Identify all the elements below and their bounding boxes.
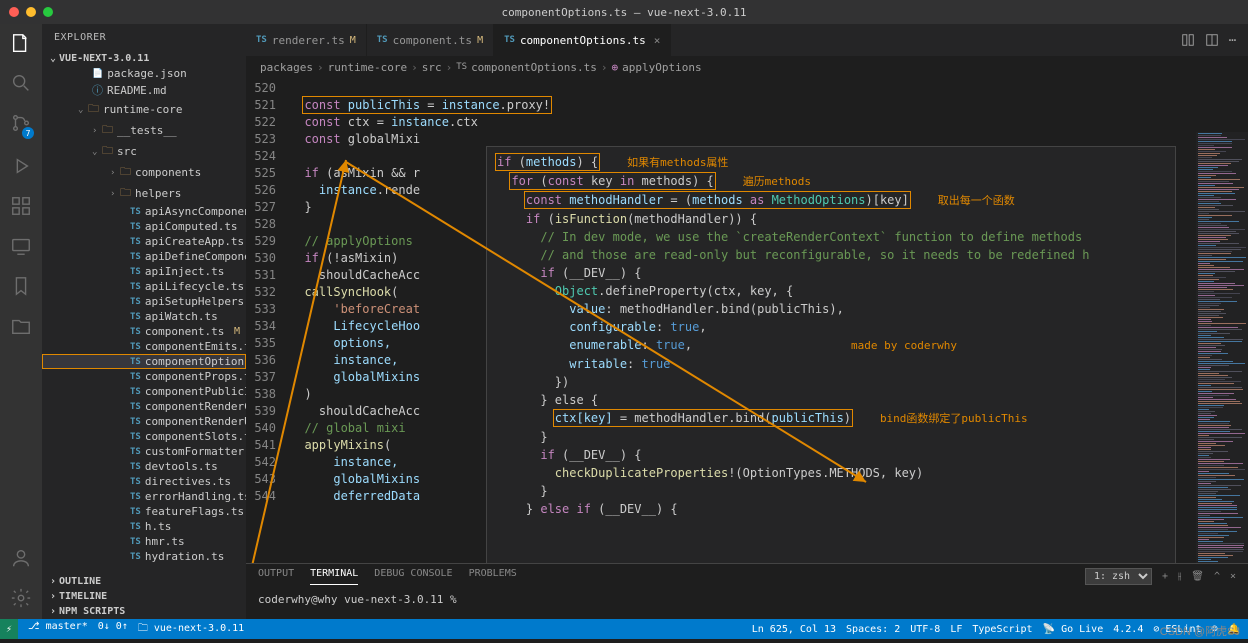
file-tree: 📄package.json ⓘREADME.md ⌄🗀runtime-core … [42, 66, 246, 574]
file-item[interactable]: ⓘREADME.md [42, 81, 246, 99]
status-bar: ⚡ ⎇ master* 0↓ 0↑ 🗀 vue-next-3.0.11 Ln 6… [0, 619, 1248, 639]
tab-bar: TSrenderer.tsM TScomponent.tsM TScompone… [246, 24, 1248, 56]
minimize-window-icon[interactable] [26, 7, 36, 17]
window-title: componentOptions.ts — vue-next-3.0.11 [501, 6, 746, 19]
search-icon[interactable] [10, 72, 32, 94]
file-item[interactable]: TSapiSetupHelpers.ts [42, 294, 246, 309]
file-item[interactable]: TShydration.ts [42, 549, 246, 564]
file-item-active[interactable]: TScomponentOptions.ts [42, 354, 246, 369]
status-project[interactable]: 🗀 vue-next-3.0.11 [138, 621, 244, 638]
sidebar-title: EXPLORER [42, 24, 246, 51]
file-item[interactable]: TScomponentSlots.ts [42, 429, 246, 444]
tab-componentoptions[interactable]: TScomponentOptions.ts× [494, 24, 671, 56]
file-item[interactable]: TScomponentRenderUtils.ts [42, 414, 246, 429]
status-spaces[interactable]: Spaces: 2 [846, 624, 900, 635]
sidebar-section-root[interactable]: ⌄VUE-NEXT-3.0.11 [42, 51, 246, 66]
terminal-tab-problems[interactable]: PROBLEMS [469, 568, 517, 585]
status-language[interactable]: TypeScript [972, 624, 1032, 635]
bookmark-icon[interactable] [10, 275, 32, 297]
maximize-window-icon[interactable] [43, 7, 53, 17]
file-item[interactable]: TSapiDefineComponent.ts [42, 249, 246, 264]
file-item[interactable]: TSapiComputed.ts [42, 219, 246, 234]
close-icon[interactable]: × [654, 34, 661, 47]
folder-item[interactable]: ›🗀helpers [42, 183, 246, 204]
tab-renderer[interactable]: TSrenderer.tsM [246, 24, 367, 56]
folder-item[interactable]: ›🗀components [42, 162, 246, 183]
sidebar: EXPLORER ⌄VUE-NEXT-3.0.11 📄package.json … [42, 24, 246, 619]
status-version[interactable]: 4.2.4 [1113, 624, 1143, 635]
line-gutter: 520 521 522 523 524 525 526 527 528 529 … [246, 78, 290, 563]
close-panel-icon[interactable]: × [1230, 571, 1236, 582]
file-item[interactable]: TScomponentPublicInstan… [42, 384, 246, 399]
terminal-tab-debug[interactable]: DEBUG CONSOLE [374, 568, 452, 585]
remote-icon[interactable] [10, 235, 32, 257]
editor-area: TSrenderer.tsM TScomponent.tsM TScompone… [246, 24, 1248, 619]
file-item[interactable]: TSapiCreateApp.ts [42, 234, 246, 249]
terminal-shell-select[interactable]: 1: zsh [1085, 568, 1152, 585]
status-branch[interactable]: ⎇ master* [28, 621, 88, 638]
trash-icon[interactable]: 🗑 [1191, 571, 1204, 582]
file-item[interactable]: TSerrorHandling.ts [42, 489, 246, 504]
status-sync[interactable]: 0↓ 0↑ [98, 621, 128, 638]
file-item[interactable]: TSdevtools.ts [42, 459, 246, 474]
gear-icon[interactable] [10, 587, 32, 609]
code-overlay: if (methods) { 如果有methods属性 for (const k… [486, 146, 1176, 563]
file-item[interactable]: 📄package.json [42, 66, 246, 81]
extensions-icon[interactable] [10, 195, 32, 217]
explorer-icon[interactable] [10, 32, 32, 54]
sidebar-section-npm[interactable]: ›NPM SCRIPTS [42, 604, 246, 619]
terminal-panel: OUTPUT TERMINAL DEBUG CONSOLE PROBLEMS 1… [246, 563, 1248, 619]
window-controls [0, 7, 53, 17]
breadcrumb[interactable]: packages› runtime-core› src› TScomponent… [246, 56, 1248, 78]
terminal-tab-terminal[interactable]: TERMINAL [310, 568, 358, 585]
code-editor[interactable]: 520 521 522 523 524 525 526 527 528 529 … [246, 78, 1248, 563]
file-item[interactable]: TSapiLifecycle.ts [42, 279, 246, 294]
maximize-panel-icon[interactable]: ^ [1214, 571, 1220, 582]
remote-indicator[interactable]: ⚡ [0, 619, 18, 639]
debug-icon[interactable] [10, 155, 32, 177]
split-icon[interactable] [1205, 33, 1219, 47]
file-item[interactable]: TSdirectives.ts [42, 474, 246, 489]
sidebar-section-outline[interactable]: ›OUTLINE [42, 574, 246, 589]
file-item[interactable]: TScomponentProps.ts [42, 369, 246, 384]
file-item[interactable]: TSfeatureFlags.ts [42, 504, 246, 519]
split-terminal-icon[interactable]: ⫲ [1178, 571, 1181, 582]
more-icon[interactable]: ⋯ [1229, 33, 1236, 47]
minimap[interactable] [1196, 132, 1248, 563]
source-control-icon[interactable] [10, 112, 32, 134]
tab-component[interactable]: TScomponent.tsM [367, 24, 494, 56]
folder-item[interactable]: ⌄🗀runtime-core [42, 99, 246, 120]
file-item[interactable]: TSapiInject.ts [42, 264, 246, 279]
file-item[interactable]: TScustomFormatter.ts [42, 444, 246, 459]
file-item[interactable]: TSapiAsyncComponent.ts [42, 204, 246, 219]
title-bar: componentOptions.ts — vue-next-3.0.11 [0, 0, 1248, 24]
status-eol[interactable]: LF [950, 624, 962, 635]
project-icon[interactable] [10, 315, 32, 337]
account-icon[interactable] [10, 547, 32, 569]
compare-icon[interactable] [1181, 33, 1195, 47]
file-item[interactable]: TScomponentRenderConte… [42, 399, 246, 414]
status-golive[interactable]: 📡 Go Live [1043, 624, 1104, 635]
file-item[interactable]: TSh.ts [42, 519, 246, 534]
status-position[interactable]: Ln 625, Col 13 [752, 624, 836, 635]
new-terminal-icon[interactable]: + [1162, 571, 1168, 582]
sidebar-section-timeline[interactable]: ›TIMELINE [42, 589, 246, 604]
terminal-tab-output[interactable]: OUTPUT [258, 568, 294, 585]
file-item[interactable]: TScomponent.tsM [42, 324, 246, 339]
close-window-icon[interactable] [9, 7, 19, 17]
terminal-body[interactable]: coderwhy@why vue-next-3.0.11 % [246, 589, 1248, 610]
file-item[interactable]: TScomponentEmits.ts [42, 339, 246, 354]
file-item[interactable]: TShmr.ts [42, 534, 246, 549]
watermark: CSDN @阿虎SJ [1160, 623, 1240, 639]
file-item[interactable]: TSapiWatch.ts [42, 309, 246, 324]
status-encoding[interactable]: UTF-8 [910, 624, 940, 635]
activity-bar [0, 24, 42, 619]
folder-item[interactable]: ›🗀__tests__ [42, 120, 246, 141]
folder-item[interactable]: ⌄🗀src [42, 141, 246, 162]
